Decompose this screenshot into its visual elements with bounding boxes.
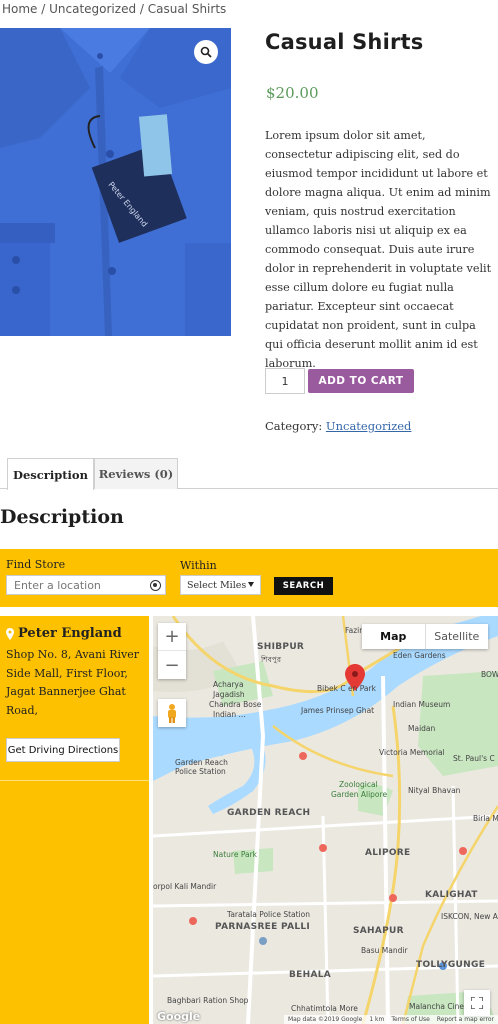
zoom-button[interactable] (194, 40, 218, 64)
map-label: Indian Museum (393, 700, 451, 709)
shirt-illustration: Peter England (0, 28, 231, 336)
breadcrumb-current: Casual Shirts (147, 2, 227, 16)
map-type-satellite[interactable]: Satellite (424, 624, 489, 649)
map-label: orpol Kali Mandir (153, 882, 217, 891)
pegman-icon (168, 704, 176, 723)
map-label: SAHAPUR (353, 926, 404, 936)
map-label: Chhatimtola More (291, 1004, 358, 1013)
add-to-cart-button[interactable]: ADD TO CART (308, 369, 414, 393)
map-label: Zoological (339, 780, 378, 789)
map-zoom-control: + − (158, 623, 186, 679)
map-label: Chandra Bose (209, 700, 262, 709)
map-label: ISKCON, New Ali (441, 912, 498, 921)
map-footer: Google Map data ©2019 Google 1 km Terms … (153, 1010, 498, 1024)
map-label: TOLLYGUNGE (416, 960, 486, 970)
map-label: St. Paul's C (453, 754, 495, 763)
map-data-text: Map data ©2019 Google (287, 1016, 363, 1023)
terms-link[interactable]: Terms of Use (391, 1016, 429, 1023)
dropdown-arrow-icon (248, 582, 254, 587)
map-label: ALIPORE (365, 848, 411, 858)
google-logo: Google (157, 1010, 201, 1023)
map-label: শিবপুর (261, 655, 281, 664)
miles-selected-value: Select Miles (187, 579, 247, 591)
breadcrumb-home[interactable]: Home (2, 2, 37, 16)
location-input[interactable]: Enter a location (6, 575, 166, 595)
store-address: Shop No. 8, Avani River Side Mall, First… (6, 648, 139, 717)
map-scale: 1 km (369, 1016, 385, 1023)
fullscreen-button[interactable] (464, 990, 490, 1016)
quantity-input[interactable]: 1 (265, 368, 305, 394)
product-category: Category: Uncategorized (265, 419, 411, 433)
map-attribution: Map data ©2019 Google 1 km Terms of Use … (283, 1015, 498, 1024)
product-title: Casual Shirts (265, 30, 424, 54)
breadcrumb-separator: / (136, 2, 148, 16)
tab-reviews[interactable]: Reviews (0) (94, 458, 178, 489)
product-description: Lorem ipsum dolor sit amet, consectetur … (265, 129, 492, 370)
map-label: Garden Alipore (331, 790, 388, 799)
breadcrumb: Home / Uncategorized / Casual Shirts (2, 2, 226, 16)
map-label: Acharya (213, 680, 244, 689)
map-type-control: Map Satellite (362, 624, 488, 649)
map-label: GARDEN REACH (227, 808, 311, 818)
map-label: Nityal Bhavan (408, 786, 461, 795)
within-label: Within (180, 559, 217, 572)
product-image[interactable]: Peter England (0, 28, 231, 336)
zoom-out-button[interactable]: − (158, 651, 186, 679)
store-map[interactable]: Fazir Bazar SHIBPUR শিবপুর Eden Gardens … (153, 616, 498, 1024)
map-type-map[interactable]: Map (362, 624, 425, 649)
map-label: Indian ... (213, 710, 246, 719)
store-name-text: Peter England (18, 626, 122, 641)
product-price: $20.00 (266, 84, 319, 102)
location-pin-icon (6, 627, 14, 640)
add-to-cart-form: 1 ADD TO CART (265, 368, 414, 394)
product-tabs: Description Reviews (0) (0, 458, 498, 490)
map-label: Birla Mu (473, 814, 498, 823)
location-placeholder: Enter a location (14, 578, 101, 592)
category-link[interactable]: Uncategorized (326, 419, 412, 433)
map-label: Maidan (408, 724, 436, 733)
map-label: PARNASREE PALLI (215, 922, 311, 932)
map-label: KALIGHAT (425, 890, 478, 900)
map-label: Jagadish (213, 690, 245, 699)
divider (0, 780, 149, 781)
tab-description[interactable]: Description (7, 458, 94, 490)
map-label: SHIBPUR (257, 642, 305, 652)
zoom-in-button[interactable]: + (158, 623, 186, 651)
geolocate-icon[interactable] (150, 580, 161, 591)
map-label: Eden Gardens (393, 651, 446, 660)
product-summary: Casual Shirts $20.00 Lorem ipsum dolor s… (265, 28, 495, 433)
map-label: Garden Reach (175, 758, 228, 767)
category-label: Category: (265, 419, 323, 433)
find-store-label: Find Store (6, 558, 66, 571)
map-label: BOW (481, 670, 498, 679)
fullscreen-icon (471, 997, 483, 1009)
map-label: Taratala Police Station (227, 910, 311, 919)
breadcrumb-category[interactable]: Uncategorized (49, 2, 136, 16)
map-label: Bibek C en Park (317, 684, 376, 693)
report-error-link[interactable]: Report a map error (437, 1016, 494, 1023)
driving-directions-button[interactable]: Get Driving Directions (6, 738, 120, 762)
search-button[interactable]: SEARCH (274, 577, 333, 595)
section-title: Description (0, 506, 124, 528)
breadcrumb-separator: / (37, 2, 50, 16)
map-label: James Prinsep Ghat (301, 706, 375, 715)
map-label: Basu Mandir (361, 946, 408, 955)
map-label: Police Station (175, 767, 226, 776)
map-label: Nature Park (213, 850, 258, 859)
store-list: Peter England Shop No. 8, Avani River Si… (0, 616, 149, 1024)
store-name[interactable]: Peter England (6, 626, 122, 641)
map-label: BEHALA (289, 970, 332, 980)
street-view-pegman[interactable] (158, 699, 186, 727)
magnifier-icon (200, 46, 212, 58)
miles-select[interactable]: Select Miles (180, 575, 261, 595)
store-search-bar: Find Store Enter a location Within Selec… (0, 549, 498, 607)
map-label: Baghbari Ration Shop (167, 996, 249, 1005)
map-label: Victoria Memorial (379, 748, 445, 757)
